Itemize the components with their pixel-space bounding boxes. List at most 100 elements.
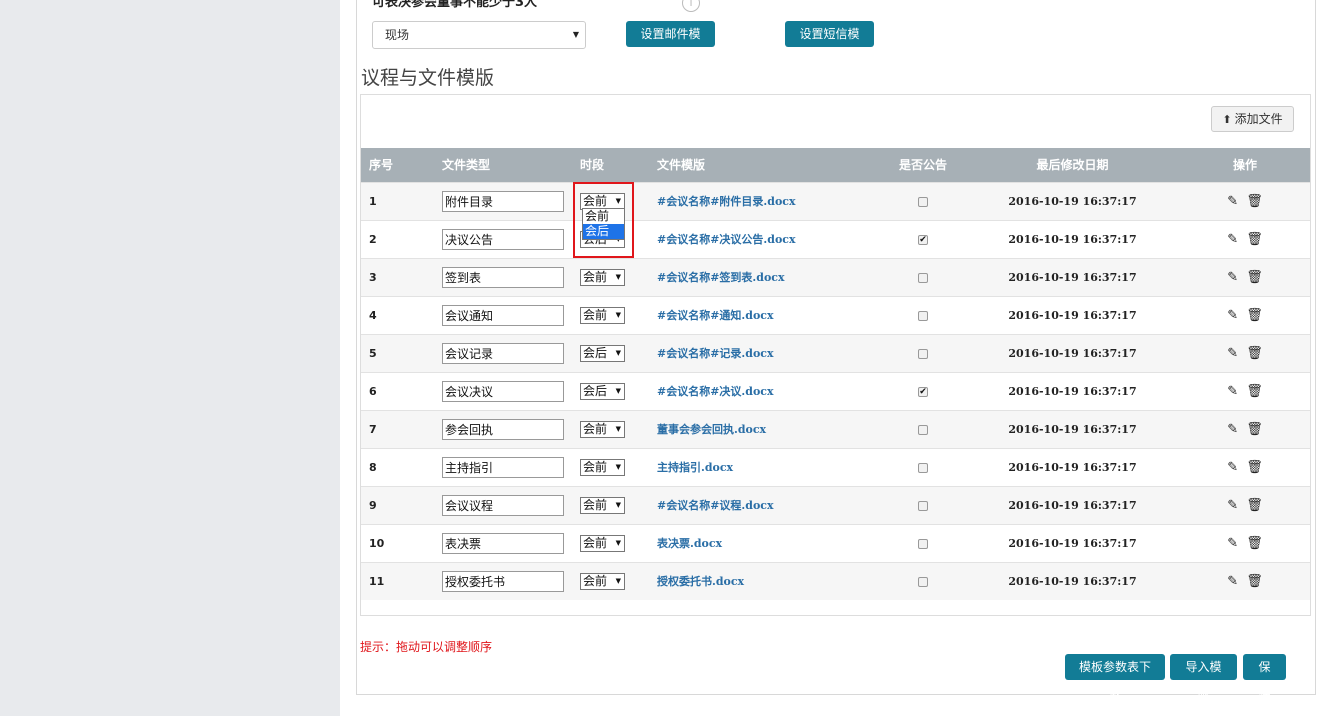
row-type-cell (442, 219, 580, 258)
table-row[interactable]: 1会前▼#会议名称#附件目录.docx2016-10-19 16:37:17✎🗑 (361, 181, 1310, 220)
trash-icon[interactable]: 🗑 (1246, 384, 1263, 399)
row-date-cell: 2016-10-19 16:37:17 (965, 447, 1180, 486)
drag-tip: 提示：拖动可以调整顺序 (360, 640, 493, 654)
file-type-input[interactable] (442, 456, 564, 478)
template-link[interactable]: #会议名称#决议公告.docx (657, 233, 796, 246)
trash-icon[interactable]: 🗑 (1246, 308, 1263, 323)
segment-select[interactable]: 会前 ▼ (580, 496, 625, 514)
segment-select[interactable]: 会后 ▼ (580, 344, 625, 362)
trash-icon[interactable]: 🗑 (1246, 232, 1263, 247)
row-date-cell: 2016-10-19 16:37:17 (965, 295, 1180, 334)
trash-icon[interactable]: 🗑 (1246, 422, 1263, 437)
table-row[interactable]: 5会后▼#会议名称#记录.docx2016-10-19 16:37:17✎🗑 (361, 333, 1310, 372)
template-link[interactable]: #会议名称#签到表.docx (657, 271, 785, 284)
edit-icon[interactable]: ✎ (1227, 460, 1238, 475)
segment-select[interactable]: 会前 ▼ (580, 572, 625, 590)
template-link[interactable]: #会议名称#通知.docx (657, 309, 774, 322)
public-checkbox[interactable] (918, 576, 928, 587)
public-checkbox[interactable] (918, 424, 928, 435)
row-no: 6 (361, 371, 442, 410)
template-link[interactable]: #会议名称#记录.docx (657, 347, 774, 360)
edit-icon[interactable]: ✎ (1227, 536, 1238, 551)
set-email-template-button[interactable]: 设置邮件模版 (626, 21, 715, 67)
file-type-input[interactable] (442, 418, 564, 440)
trash-icon[interactable]: 🗑 (1246, 498, 1263, 513)
table-row[interactable]: 6 会后▼ #会议名称#决议.docx ✔ 2016-10-19 16:37:17 ✎ 🗑 (361, 371, 1310, 410)
file-type-input[interactable] (442, 494, 564, 516)
file-type-input[interactable] (442, 190, 564, 212)
public-checkbox[interactable] (918, 538, 928, 549)
template-link[interactable]: #会议名称#附件目录.docx (657, 195, 796, 208)
segment-select[interactable]: 会前 ▼ (580, 534, 625, 552)
public-checkbox[interactable]: ✔ (918, 234, 928, 245)
row-no: 4 (361, 295, 442, 334)
edit-icon[interactable]: ✎ (1227, 346, 1238, 361)
template-link[interactable]: 董事会参会回执.docx (657, 423, 766, 436)
trash-icon[interactable]: 🗑 (1246, 346, 1263, 361)
download-params-button[interactable]: 模板参数表下载 (1065, 654, 1165, 700)
segment-select-value: 会前 (583, 459, 608, 474)
modified-date: 2016-10-19 16:37:17 (1008, 384, 1137, 398)
file-type-input[interactable] (442, 380, 564, 402)
public-checkbox[interactable] (918, 310, 928, 321)
table-row[interactable]: 10会前▼表决票.docx2016-10-19 16:37:17✎🗑 (361, 523, 1310, 562)
segment-select[interactable]: 会前 ▼ (580, 458, 625, 476)
table-row[interactable]: 2会后▼#会议名称#决议公告.docx✔2016-10-19 16:37:17✎… (361, 219, 1310, 258)
table-row[interactable]: 7会前▼董事会参会回执.docx2016-10-19 16:37:17✎🗑 (361, 409, 1310, 448)
table-row[interactable]: 11会前▼授权委托书.docx2016-10-19 16:37:17✎🗑 (361, 561, 1310, 600)
import-template-button[interactable]: 导入模版 (1170, 654, 1237, 700)
edit-icon[interactable]: ✎ (1227, 574, 1238, 589)
file-type-input[interactable] (442, 570, 564, 592)
template-link[interactable]: 主持指引.docx (657, 461, 733, 474)
segment-select[interactable]: 会前 ▼ (580, 268, 625, 286)
modified-date: 2016-10-19 16:37:17 (1008, 346, 1137, 360)
trash-icon[interactable]: 🗑 (1246, 194, 1263, 209)
edit-icon[interactable]: ✎ (1227, 270, 1238, 285)
save-button[interactable]: 保存 (1243, 654, 1286, 700)
caret-down-icon: ▼ (615, 538, 621, 547)
file-type-input[interactable] (442, 228, 564, 250)
file-type-input[interactable] (442, 304, 564, 326)
public-checkbox[interactable] (918, 196, 928, 207)
table-row[interactable]: 4 会前▼ #会议名称#通知.docx 2016-10-19 16:37:17 ✎ 🗑 (361, 295, 1310, 334)
template-link[interactable]: #会议名称#决议.docx (657, 385, 774, 398)
template-link[interactable]: 授权委托书.docx (657, 575, 744, 588)
row-actions-cell: ✎ 🗑 (1180, 409, 1310, 448)
edit-icon[interactable]: ✎ (1227, 422, 1238, 437)
set-sms-template-button[interactable]: 设置短信模版 (785, 21, 874, 67)
table-row[interactable]: 8会前▼主持指引.docx2016-10-19 16:37:17✎🗑 (361, 447, 1310, 486)
segment-select[interactable]: 会后 ▼ (580, 382, 625, 400)
edit-icon[interactable]: ✎ (1227, 384, 1238, 399)
table-row[interactable]: 9会前▼#会议名称#议程.docx2016-10-19 16:37:17✎🗑 (361, 485, 1310, 524)
trash-icon[interactable]: 🗑 (1246, 270, 1263, 285)
public-checkbox[interactable] (918, 272, 928, 283)
public-checkbox[interactable] (918, 500, 928, 511)
edit-icon[interactable]: ✎ (1227, 232, 1238, 247)
add-file-button[interactable]: ⬆ 添加文件 (1211, 106, 1294, 132)
public-checkbox[interactable] (918, 462, 928, 473)
template-link[interactable]: 表决票.docx (657, 537, 722, 550)
public-checkbox[interactable] (918, 348, 928, 359)
table-row[interactable]: 3会前▼#会议名称#签到表.docx2016-10-19 16:37:17✎🗑 (361, 257, 1310, 296)
trash-icon[interactable]: 🗑 (1246, 460, 1263, 475)
edit-icon[interactable]: ✎ (1227, 308, 1238, 323)
edit-icon[interactable]: ✎ (1227, 498, 1238, 513)
venue-select[interactable]: 现场 ▼ (372, 21, 586, 49)
file-type-input[interactable] (442, 342, 564, 364)
modified-date: 2016-10-19 16:37:17 (1008, 232, 1137, 246)
template-link[interactable]: #会议名称#议程.docx (657, 499, 774, 512)
file-type-input[interactable] (442, 532, 564, 554)
modified-date: 2016-10-19 16:37:17 (1008, 308, 1137, 322)
trash-icon[interactable]: 🗑 (1246, 536, 1263, 551)
row-type-cell (442, 371, 580, 410)
caret-down-icon: ▼ (615, 386, 621, 395)
segment-select[interactable]: 会前 ▼ (580, 306, 625, 324)
caret-down-icon: ▼ (615, 424, 621, 433)
file-type-input[interactable] (442, 266, 564, 288)
row-template-cell: #会议名称#议程.docx (657, 485, 881, 524)
public-checkbox[interactable]: ✔ (918, 386, 928, 397)
segment-select[interactable]: 会前 ▼ (580, 420, 625, 438)
trash-icon[interactable]: 🗑 (1246, 574, 1263, 589)
row-type-cell (442, 485, 580, 524)
edit-icon[interactable]: ✎ (1227, 194, 1238, 209)
